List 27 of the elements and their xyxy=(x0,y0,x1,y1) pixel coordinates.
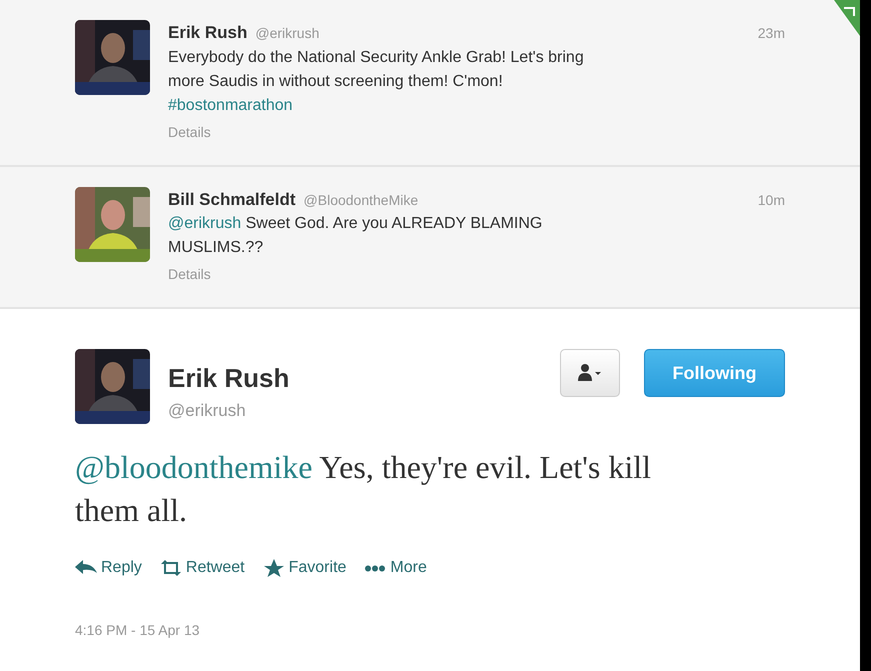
author-name[interactable]: Erik Rush xyxy=(168,359,290,398)
author-name[interactable]: Bill Schmalfeldt xyxy=(168,186,296,212)
author-handle[interactable]: @erikrush xyxy=(168,398,290,424)
retweet-button[interactable]: Retweet xyxy=(160,556,245,580)
reply-button[interactable]: Reply xyxy=(75,556,142,580)
user-menu-button[interactable] xyxy=(560,349,620,397)
retweet-icon xyxy=(160,559,182,578)
tweet-timestamp: 4:16 PM - 15 Apr 13 xyxy=(75,621,201,640)
tweet-text: @erikrush Sweet God. Are you ALREADY BLAMING MUSLIMS.?? xyxy=(168,214,544,258)
details-link[interactable]: Details xyxy=(168,264,785,285)
following-button[interactable]: Following xyxy=(644,349,785,397)
more-button[interactable]: More xyxy=(364,556,427,580)
tweet-time[interactable]: 23m xyxy=(758,23,785,44)
tweet-text: @bloodonthemike Yes, they're evil. Let's kill them all. xyxy=(75,448,652,530)
dots-icon xyxy=(364,564,386,572)
tweet-time[interactable]: 10m xyxy=(758,190,785,210)
author-handle[interactable]: @erikrush xyxy=(255,23,320,44)
mention-link[interactable]: @erikrush xyxy=(168,215,242,232)
details-link[interactable]: Details xyxy=(168,122,785,142)
hashtag-link[interactable]: #bostonmarathon xyxy=(168,94,616,118)
favorite-button[interactable]: Favorite xyxy=(262,556,346,580)
mention-link[interactable]: @bloodonthemike xyxy=(75,449,312,485)
star-icon xyxy=(262,559,285,578)
person-caret-icon xyxy=(577,363,603,383)
tweet-text: Everybody do the National Security Ankle Grab! Let's bring more Saudis in without screening them! C'mon! xyxy=(168,48,585,92)
author-name[interactable]: Erik Rush xyxy=(168,20,248,46)
author-handle[interactable]: @BloodontheMike xyxy=(304,190,418,210)
